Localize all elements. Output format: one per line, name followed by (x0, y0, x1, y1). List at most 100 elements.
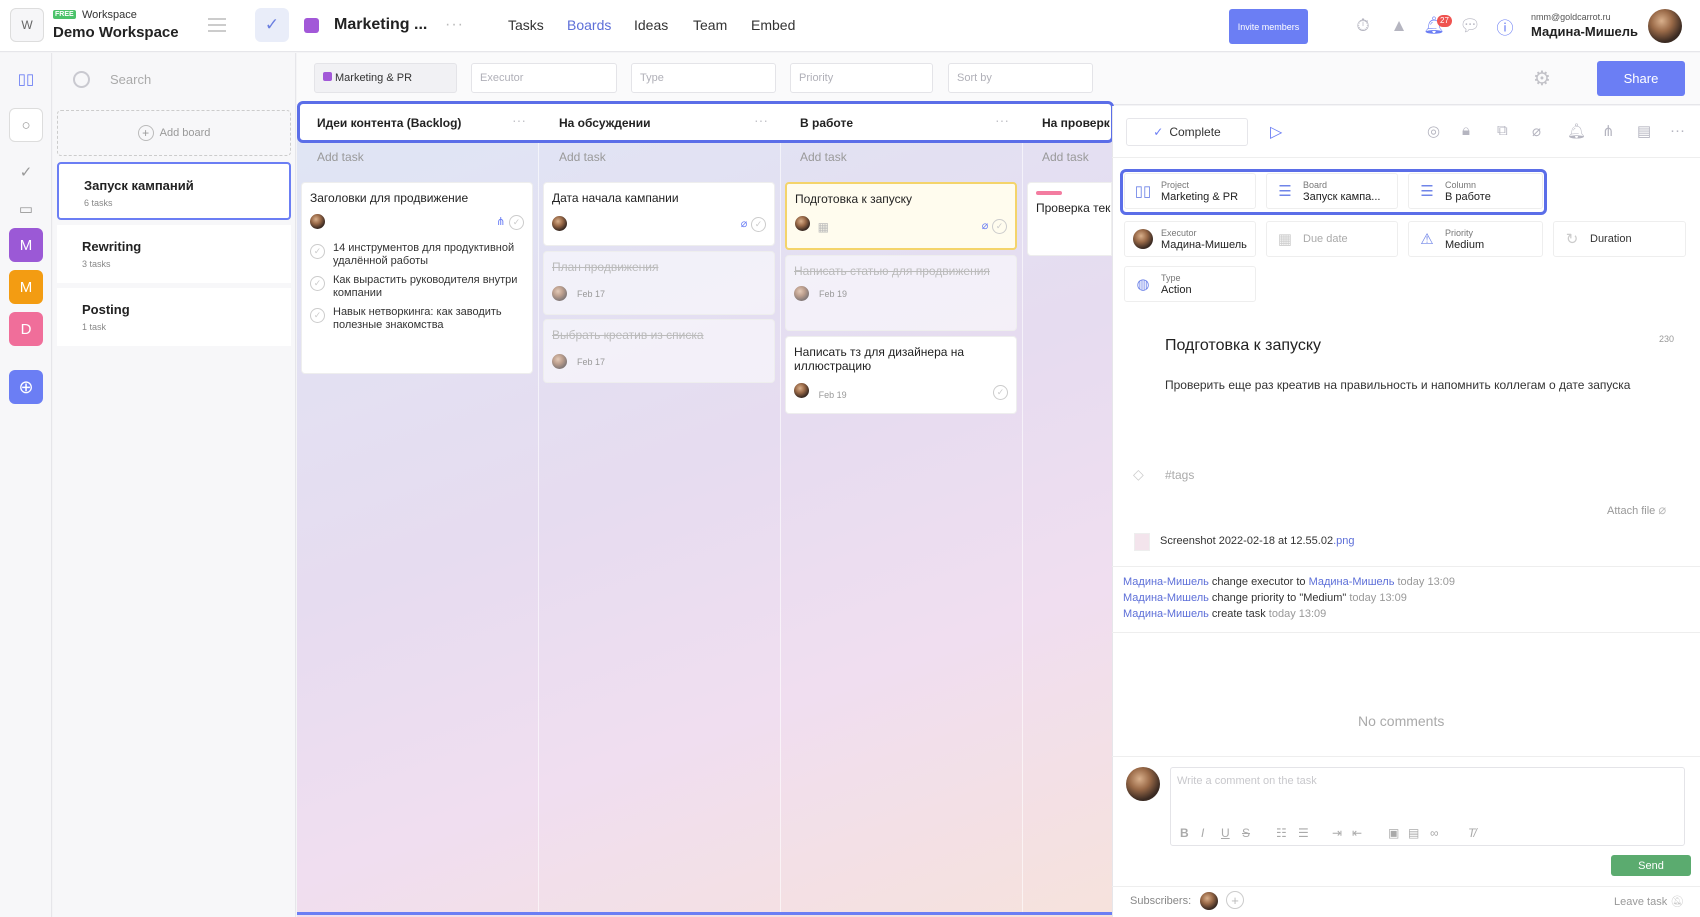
project-d-icon[interactable]: D (9, 312, 43, 346)
board-item-posting[interactable]: Posting 1 task (57, 288, 291, 346)
subtask[interactable]: ✓ Как вырастить руководителя внутри компа… (310, 274, 524, 300)
ordered-list-icon[interactable]: ☷ (1276, 826, 1287, 840)
project-name[interactable]: Marketing ... (334, 16, 427, 34)
project-m1-icon[interactable]: M (9, 228, 43, 262)
nav-team[interactable]: Team (693, 17, 727, 33)
column-title-discussion[interactable]: На обсуждении (559, 116, 651, 130)
priority-property[interactable]: ⚠︎ Priority Medium (1408, 221, 1543, 257)
share-button[interactable]: Share (1597, 61, 1685, 96)
task-description[interactable]: Проверить еще раз креатив на правильност… (1165, 378, 1630, 392)
check-icon[interactable]: ✓ (310, 276, 325, 291)
column-title-review[interactable]: На проверк (1042, 116, 1110, 130)
search-input[interactable]: Search (110, 72, 151, 87)
timer-icon[interactable]: ⏱ (1352, 15, 1374, 37)
add-subscriber-icon[interactable]: + (1226, 891, 1244, 909)
underline-icon[interactable]: U (1221, 826, 1230, 840)
task-card-completed[interactable]: Написать статью для продвижения Feb 19 (785, 255, 1017, 331)
nav-embed[interactable]: Embed (751, 17, 795, 33)
complete-button[interactable]: ✓ Complete (1126, 118, 1248, 146)
check-icon[interactable]: ✓ (992, 218, 1007, 234)
task-card[interactable]: Написать тз для дизайнера на иллюстрацию… (785, 336, 1017, 414)
check-icon[interactable]: ✓ (751, 217, 766, 232)
project-m2-icon[interactable]: M (9, 270, 43, 304)
clear-format-icon[interactable]: T̸ (1468, 826, 1475, 840)
nav-boards[interactable]: Boards (567, 17, 611, 33)
warning-icon[interactable]: ▲ (1388, 15, 1410, 37)
type-property[interactable]: ◍ Type Action (1124, 266, 1256, 302)
add-board-button[interactable]: + Add board (57, 110, 291, 156)
task-card[interactable]: Проверка тек (1027, 182, 1112, 256)
sort-filter[interactable]: Sort by (948, 63, 1093, 93)
executor-filter[interactable]: Executor (471, 63, 617, 93)
more-icon[interactable]: ··· (1670, 122, 1685, 139)
boards-rail-icon[interactable]: ▯▯ (9, 62, 43, 96)
add-task-button[interactable]: Add task (800, 150, 847, 164)
bullet-list-icon[interactable]: ☰ (1298, 826, 1309, 840)
bell-icon[interactable]: 🔔︎ (1567, 122, 1586, 140)
type-filter[interactable]: Type (631, 63, 776, 93)
inbox-rail-icon[interactable]: ▭ (9, 192, 43, 226)
subtask[interactable]: ✓ 14 инструментов для продуктивной удалён… (310, 242, 524, 268)
workspace-name[interactable]: Demo Workspace (53, 24, 179, 41)
column-more-icon[interactable]: ··· (512, 112, 526, 128)
search-rail-icon[interactable]: ○ (9, 108, 43, 142)
archive-icon[interactable]: ▤ (1637, 122, 1651, 140)
priority-filter[interactable]: Priority (790, 63, 933, 93)
add-task-button[interactable]: Add task (1042, 150, 1089, 164)
italic-icon[interactable]: I (1201, 826, 1204, 840)
video-icon[interactable]: ▤ (1408, 826, 1419, 840)
eye-icon[interactable]: ◎ (1427, 122, 1440, 140)
project-filter[interactable]: Marketing & PR (314, 63, 457, 93)
column-title-backlog[interactable]: Идеи контента (Backlog) (317, 116, 461, 130)
outdent-icon[interactable]: ⇤ (1352, 826, 1362, 840)
subtask[interactable]: ✓ Навык нетворкинга: как заводить полезны… (310, 306, 524, 332)
history-user[interactable]: Мадина-Мишель (1123, 608, 1209, 620)
project-more-icon[interactable]: ··· (445, 16, 464, 34)
check-icon[interactable]: ✓ (310, 244, 325, 259)
task-title[interactable]: Подготовка к запуску (1165, 337, 1321, 355)
check-icon[interactable]: ✓ (993, 384, 1008, 400)
column-more-icon[interactable]: ··· (754, 112, 768, 128)
hierarchy-icon[interactable]: ⋔ (1602, 122, 1615, 140)
chat-icon[interactable]: 💬︎ (1459, 15, 1481, 37)
history-target[interactable]: Мадина-Мишель (1309, 576, 1395, 588)
nav-ideas[interactable]: Ideas (634, 17, 668, 33)
copy-icon[interactable]: ⧉ (1497, 122, 1508, 139)
board-property[interactable]: ☰ Board Запуск кампа... (1266, 173, 1398, 209)
history-user[interactable]: Мадина-Мишель (1123, 592, 1209, 604)
task-card-completed[interactable]: План продвижения Feb 17 (543, 251, 775, 315)
indent-icon[interactable]: ⇥ (1332, 826, 1342, 840)
add-task-button[interactable]: Add task (317, 150, 364, 164)
column-more-icon[interactable]: ··· (995, 112, 1009, 128)
task-card-selected[interactable]: Подготовка к запуску ▦ ⌀ ✓ (785, 182, 1017, 250)
tags-input[interactable]: #tags (1165, 468, 1194, 482)
lock-icon[interactable]: 🔒︎ (1462, 122, 1470, 139)
add-project-icon[interactable]: ⊕ (9, 370, 43, 404)
add-task-button[interactable]: Add task (559, 150, 606, 164)
user-name[interactable]: Мадина-Мишель (1531, 24, 1638, 39)
task-card[interactable]: Заголовки для продвижение ⋔ ✓ ✓ 14 инстру… (301, 182, 533, 374)
strikethrough-icon[interactable]: S (1242, 826, 1250, 840)
workspace-logo[interactable]: W (10, 8, 44, 42)
nav-tasks[interactable]: Tasks (508, 17, 544, 33)
bold-icon[interactable]: B (1180, 826, 1189, 840)
column-title-in-progress[interactable]: В работе (800, 116, 853, 130)
user-avatar[interactable] (1648, 9, 1682, 43)
file-thumbnail[interactable] (1134, 533, 1150, 551)
column-property[interactable]: ☰ Column В работе (1408, 173, 1543, 209)
task-card[interactable]: Дата начала кампании ⌀ ✓ (543, 182, 775, 246)
duration-property[interactable]: ↻ Duration (1553, 221, 1686, 257)
send-button[interactable]: Send (1611, 855, 1691, 876)
gear-icon[interactable]: ⚙ (1528, 64, 1556, 92)
play-icon[interactable]: ▷ (1270, 122, 1282, 142)
attach-file-button[interactable]: Attach file ⌀ (1607, 502, 1666, 518)
image-icon[interactable]: ▣ (1388, 826, 1399, 840)
check-icon[interactable]: ✓ (509, 215, 524, 230)
paperclip-icon[interactable]: ⌀ (1532, 122, 1541, 140)
link-icon[interactable]: ∞ (1430, 826, 1439, 840)
board-item-zapusk[interactable]: Запуск кампаний 6 tasks (57, 162, 291, 220)
menu-icon[interactable] (208, 18, 226, 32)
attached-file[interactable]: Screenshot 2022-02-18 at 12.55.02.png (1160, 535, 1355, 547)
executor-property[interactable]: Executor Мадина-Мишель (1124, 221, 1256, 257)
board-item-rewriting[interactable]: Rewriting 3 tasks (57, 225, 291, 283)
